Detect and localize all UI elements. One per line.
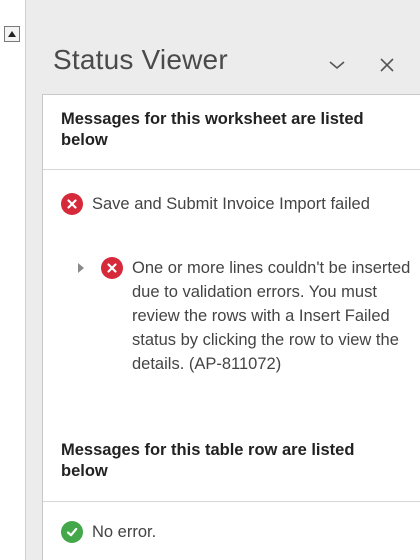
message-text: Save and Submit Invoice Import failed bbox=[92, 195, 370, 213]
worksheet-messages-heading: Messages for this worksheet are listed b… bbox=[61, 110, 364, 149]
expand-arrow-icon[interactable] bbox=[77, 257, 89, 279]
status-viewer-screen: Status Viewer Messages for this workshee… bbox=[0, 0, 420, 560]
section-divider bbox=[43, 169, 420, 170]
message-text: One or more lines couldn't be inserted d… bbox=[132, 259, 411, 373]
status-viewer-pane: Status Viewer Messages for this workshee… bbox=[27, 0, 420, 560]
error-icon bbox=[61, 193, 83, 215]
message-item[interactable]: Save and Submit Invoice Import failed bbox=[61, 192, 381, 216]
checkmark-icon bbox=[61, 521, 83, 543]
chevron-down-icon[interactable] bbox=[324, 52, 350, 78]
section-divider bbox=[43, 501, 420, 502]
message-item[interactable]: One or more lines couldn't be inserted d… bbox=[77, 256, 417, 376]
worksheet-scrollbar[interactable] bbox=[0, 0, 26, 560]
messages-panel: Messages for this worksheet are listed b… bbox=[42, 94, 420, 560]
table-row-messages-heading: Messages for this table row are listed b… bbox=[61, 441, 355, 480]
message-item[interactable]: No error. bbox=[61, 520, 381, 544]
pane-title: Status Viewer bbox=[53, 44, 228, 75]
message-text: No error. bbox=[92, 523, 157, 541]
close-icon[interactable] bbox=[374, 52, 400, 78]
scroll-up-icon[interactable] bbox=[4, 26, 20, 42]
error-icon bbox=[101, 257, 123, 279]
